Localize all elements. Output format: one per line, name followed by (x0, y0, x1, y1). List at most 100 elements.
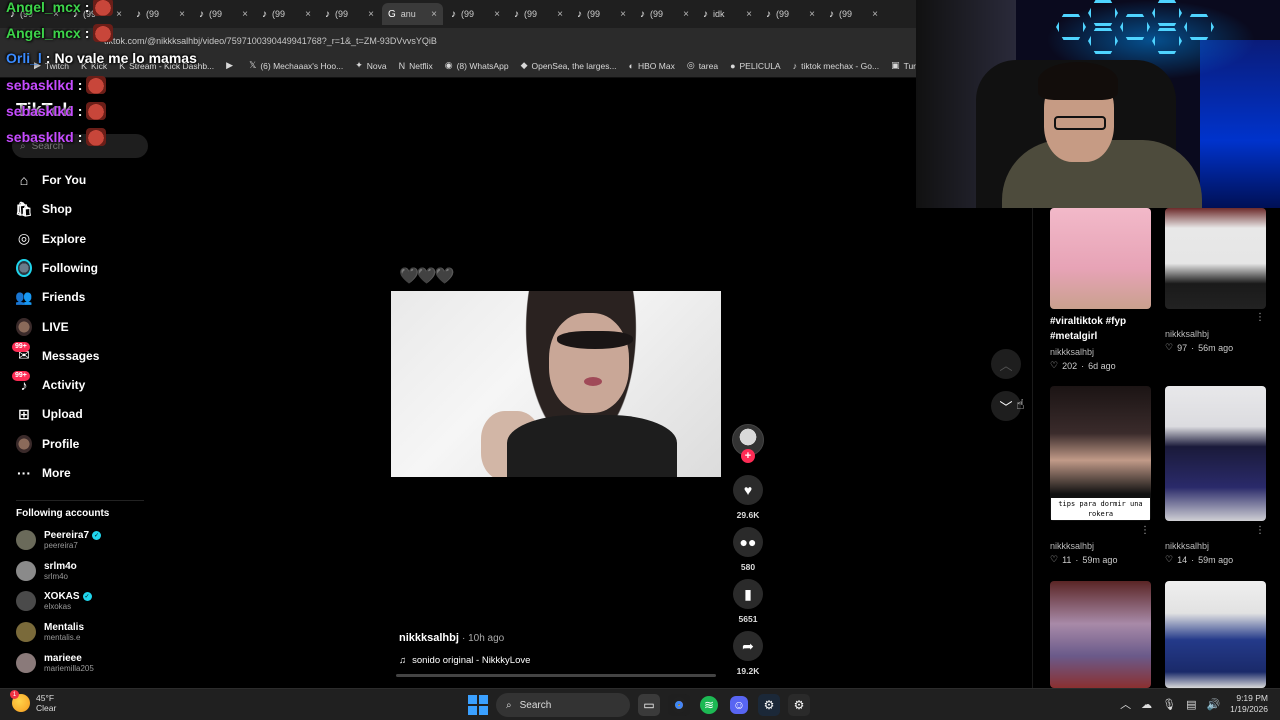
sidebar-item-profile[interactable]: Profile (16, 434, 79, 454)
video-thumbnail[interactable] (1165, 386, 1266, 521)
browser-tab[interactable]: Ganu × (382, 3, 443, 25)
sidebar-item-explore[interactable]: ◎ Explore (16, 229, 86, 249)
following-account[interactable]: marieee mariemilla205 (16, 652, 94, 673)
share-icon[interactable]: ➦ (733, 631, 763, 661)
system-clock[interactable]: 9:19 PM 1/19/2026 (1230, 693, 1268, 715)
following-account[interactable]: XOKAS ✓ elxokas (16, 591, 92, 612)
browser-tab[interactable]: ♪ (99 × (634, 3, 695, 25)
close-icon[interactable]: × (620, 9, 626, 20)
close-icon[interactable]: × (431, 9, 437, 20)
browser-tab[interactable]: ♪ (99 × (445, 3, 506, 25)
sidebar-item-for-you[interactable]: ⌂ For You (16, 170, 86, 190)
video-card-user[interactable]: nikkksalhbj (1050, 347, 1094, 357)
video-card-title[interactable]: #viraltiktok #fyp #metalgirl (1050, 314, 1155, 344)
close-icon[interactable]: × (242, 9, 248, 20)
browser-tab[interactable]: ♪ (99 × (130, 3, 191, 25)
video-thumbnail[interactable] (1050, 581, 1151, 688)
volume-icon[interactable]: 🔊 (1206, 698, 1220, 711)
browser-tab[interactable]: ♪ idk × (697, 3, 758, 25)
browser-tab[interactable]: ♪ (99 × (571, 3, 632, 25)
close-icon[interactable]: × (683, 9, 689, 20)
video-thumbnail[interactable]: tips para dormir una rokera (1050, 386, 1151, 521)
more-options-icon[interactable]: ⋮ (1140, 525, 1150, 536)
windows-start-icon[interactable] (468, 695, 488, 715)
network-icon[interactable]: ▤ (1186, 698, 1196, 711)
spotify-icon[interactable]: ≋ (700, 696, 718, 714)
weather-widget[interactable]: 1 45°F Clear (10, 690, 56, 713)
following-account[interactable]: Mentalis mentalis.e (16, 622, 84, 643)
sidebar-item-friends[interactable]: 👥 Friends (15, 287, 85, 307)
comment-action[interactable]: ●● 580 (732, 527, 764, 572)
close-icon[interactable]: × (179, 9, 185, 20)
bookmark-item[interactable]: ✦ Nova (355, 60, 386, 71)
bookmark-item[interactable]: 𝕏 (6) Mechaaax's Hoo... (249, 60, 343, 71)
browser-tab[interactable]: ♪ (99 × (760, 3, 821, 25)
bookmark-item[interactable]: N Netflix (399, 61, 433, 71)
close-icon[interactable]: × (872, 9, 878, 20)
video-card-user[interactable]: nikkksalhbj (1050, 541, 1094, 551)
avatar (16, 622, 36, 643)
sidebar-item-following[interactable]: Following (16, 258, 98, 278)
bookmark-icon[interactable]: ▮ (733, 579, 763, 609)
bookmark-item[interactable]: ▣ Turi (891, 60, 918, 71)
share-action[interactable]: ➦ 19.2K (732, 631, 764, 676)
browser-tab[interactable]: ♪ (99 × (823, 3, 884, 25)
follow-plus-icon[interactable]: + (741, 449, 755, 463)
discord-icon[interactable]: ☺ (730, 696, 748, 714)
close-icon[interactable]: × (368, 9, 374, 20)
bookmark-item[interactable]: ◆ OpenSea, the larges... (521, 60, 617, 71)
heart-icon[interactable]: ♥ (733, 475, 763, 505)
settings-icon[interactable]: ⚙ (788, 694, 810, 716)
sidebar-item-upload[interactable]: ⊞ Upload (16, 404, 83, 424)
bookmark-item[interactable]: ◉ (8) WhatsApp (445, 60, 509, 71)
close-icon[interactable]: × (494, 9, 500, 20)
browser-tab[interactable]: ♪ (99 × (319, 3, 380, 25)
bookmark-item[interactable]: ◎ tarea (687, 60, 718, 71)
video-card-user[interactable]: nikkksalhbj (1165, 541, 1209, 551)
sidebar-item-live[interactable]: LIVE (16, 317, 69, 337)
comment-icon[interactable]: ●● (733, 527, 763, 557)
video-thumbnail[interactable] (1165, 208, 1266, 309)
bookmark-item[interactable]: ▶ (226, 60, 237, 71)
close-icon[interactable]: × (809, 9, 815, 20)
music-title[interactable]: sonido original - NikkkyLove (412, 655, 530, 666)
close-icon[interactable]: × (305, 9, 311, 20)
video-player[interactable] (391, 291, 721, 477)
video-card-user[interactable]: nikkksalhbj (1165, 329, 1209, 339)
close-icon[interactable]: × (557, 9, 563, 20)
bookmark-item[interactable]: ● PELICULA (730, 61, 781, 71)
sidebar-item-shop[interactable]: 🛍 Shop (15, 199, 72, 219)
save-action[interactable]: ▮ 5651 (732, 579, 764, 624)
caption-username[interactable]: nikkksalhbj (399, 632, 459, 644)
close-icon[interactable]: × (116, 9, 122, 20)
following-account[interactable]: srlm4o srlm4o (16, 560, 77, 581)
microphone-icon[interactable]: 🎙 (1162, 698, 1176, 711)
caption-music[interactable]: ♫ sonido original - NikkkyLove (399, 655, 530, 666)
browser-tab[interactable]: ♪ (99 × (256, 3, 317, 25)
sidebar-item-messages[interactable]: ✉ 99+ Messages (12, 341, 99, 366)
more-options-icon[interactable]: ⋮ (1255, 525, 1265, 536)
video-thumbnail[interactable] (1165, 581, 1266, 688)
like-action[interactable]: ♥ 29.6K (732, 475, 764, 520)
browser-tab[interactable]: ♪ (99 × (193, 3, 254, 25)
following-account[interactable]: Peereira7 ✓ peereira7 (16, 530, 102, 550)
task-view-icon[interactable]: ▭ (638, 694, 660, 716)
browser-tab[interactable]: ♪ (99 × (508, 3, 569, 25)
taskbar-search[interactable]: ⌕ Search (496, 693, 630, 717)
steam-icon[interactable]: ⚙ (758, 694, 780, 716)
url-text[interactable]: tiktok.com/@nikkksalhbj/video/7597100390… (104, 36, 437, 46)
previous-video-button[interactable]: ︿ (991, 349, 1021, 379)
video-progress-bar[interactable] (396, 674, 716, 677)
onedrive-icon[interactable]: ☁ (1141, 698, 1152, 711)
chevron-up-icon[interactable]: ︿ (1120, 696, 1131, 712)
heart-outline-icon: ♡ (1050, 360, 1059, 370)
close-icon[interactable]: × (746, 9, 752, 20)
video-thumbnail[interactable] (1050, 208, 1151, 309)
sidebar-item-activity[interactable]: ♪ 99+ Activity (12, 371, 85, 395)
sidebar-item-more[interactable]: ··· More (16, 463, 71, 483)
more-options-icon[interactable]: ⋮ (1255, 312, 1265, 323)
bookmark-item[interactable]: ◐ HBO Max (629, 61, 675, 71)
chrome-icon[interactable] (668, 694, 690, 716)
caption-author[interactable]: nikkksalhbj · 10h ago (399, 632, 504, 644)
bookmark-item[interactable]: ♪ tiktok mechax - Go... (793, 61, 879, 71)
